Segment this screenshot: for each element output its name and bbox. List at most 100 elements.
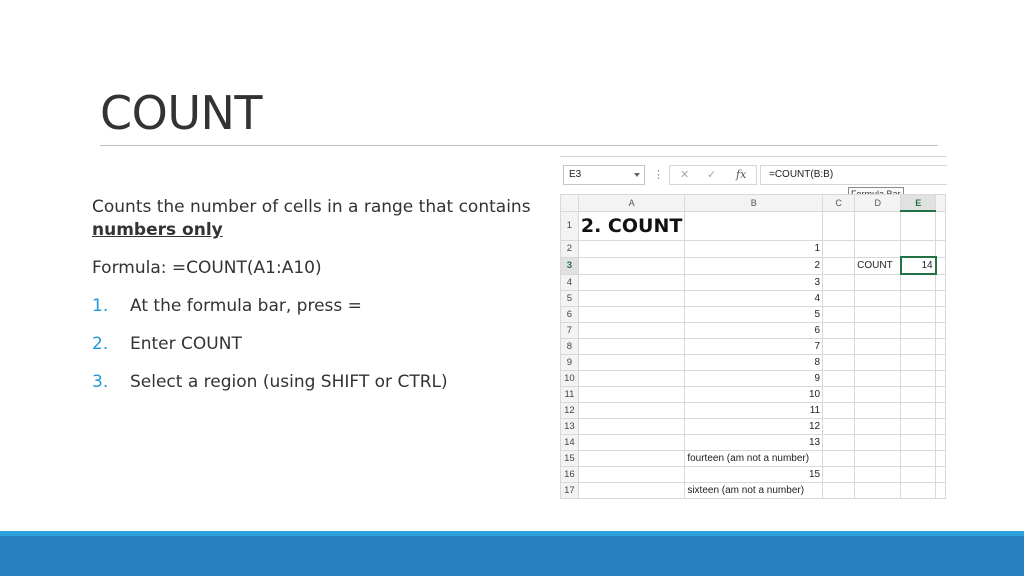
cell-b-4[interactable]: 3: [684, 273, 824, 291]
cell-e-1[interactable]: [900, 210, 937, 241]
cell-d-9[interactable]: [854, 354, 902, 371]
cell-a-12[interactable]: [577, 402, 686, 419]
cell-d-3[interactable]: COUNT: [854, 256, 902, 275]
column-header[interactable]: A: [577, 194, 686, 212]
cell-c-3[interactable]: [822, 256, 856, 275]
column-header-selected[interactable]: E: [900, 194, 937, 212]
cell-e-14[interactable]: [900, 434, 937, 451]
cell-d-7[interactable]: [854, 322, 902, 339]
cell-d-4[interactable]: [854, 273, 902, 291]
cell-b-9[interactable]: 8: [684, 354, 824, 371]
cell-b-7[interactable]: 6: [684, 322, 824, 339]
cell-c-10[interactable]: [822, 370, 856, 387]
cell-e-10[interactable]: [900, 370, 937, 387]
row-header[interactable]: 4: [560, 273, 579, 291]
row-header[interactable]: 9: [560, 354, 579, 371]
cell-c-1[interactable]: [822, 210, 856, 241]
cell-d-13[interactable]: [854, 418, 902, 435]
cell-b-8[interactable]: 7: [684, 338, 824, 355]
cell-b-16[interactable]: 15: [684, 466, 824, 483]
column-header[interactable]: [935, 194, 946, 212]
fx-icon[interactable]: fx: [736, 168, 746, 181]
formula-input[interactable]: =COUNT(B:B): [760, 165, 947, 185]
cell-b-1[interactable]: [684, 210, 824, 241]
cell-a-9[interactable]: [577, 354, 686, 371]
cell-a-14[interactable]: [577, 434, 686, 451]
cell-extra[interactable]: [935, 306, 946, 323]
cell-a-16[interactable]: [577, 466, 686, 483]
cell-e-12[interactable]: [900, 402, 937, 419]
cell-a-13[interactable]: [577, 418, 686, 435]
cell-c-14[interactable]: [822, 434, 856, 451]
cell-e-13[interactable]: [900, 418, 937, 435]
cell-c-9[interactable]: [822, 354, 856, 371]
cell-b-2[interactable]: 1: [684, 240, 824, 258]
cell-e-15[interactable]: [900, 450, 937, 467]
cell-c-13[interactable]: [822, 418, 856, 435]
cell-c-5[interactable]: [822, 290, 856, 307]
cell-e-16[interactable]: [900, 466, 937, 483]
cell-a-17[interactable]: [577, 482, 686, 499]
cell-d-12[interactable]: [854, 402, 902, 419]
cell-c-17[interactable]: [822, 482, 856, 499]
row-header[interactable]: 6: [560, 306, 579, 323]
cell-extra[interactable]: [935, 418, 946, 435]
row-header[interactable]: 13: [560, 418, 579, 435]
cell-c-8[interactable]: [822, 338, 856, 355]
row-header[interactable]: 15: [560, 450, 579, 467]
cell-b-13[interactable]: 12: [684, 418, 824, 435]
row-header[interactable]: 2: [560, 240, 579, 258]
cell-extra[interactable]: [935, 240, 946, 258]
cell-d-11[interactable]: [854, 386, 902, 403]
row-header[interactable]: 5: [560, 290, 579, 307]
cell-c-11[interactable]: [822, 386, 856, 403]
cell-extra[interactable]: [935, 273, 946, 291]
cell-c-4[interactable]: [822, 273, 856, 291]
cell-a-10[interactable]: [577, 370, 686, 387]
cell-d-6[interactable]: [854, 306, 902, 323]
column-header[interactable]: C: [822, 194, 856, 212]
cell-extra[interactable]: [935, 434, 946, 451]
cell-a-1[interactable]: 2. COUNT: [577, 210, 686, 241]
cell-extra[interactable]: [935, 386, 946, 403]
cell-c-7[interactable]: [822, 322, 856, 339]
cell-a-15[interactable]: [577, 450, 686, 467]
cell-extra[interactable]: [935, 354, 946, 371]
cell-b-11[interactable]: 10: [684, 386, 824, 403]
cell-d-15[interactable]: [854, 450, 902, 467]
row-header[interactable]: 3: [560, 256, 579, 275]
cell-extra[interactable]: [935, 402, 946, 419]
cell-b-5[interactable]: 4: [684, 290, 824, 307]
row-header[interactable]: 16: [560, 466, 579, 483]
column-header[interactable]: D: [854, 194, 902, 212]
cell-e-4[interactable]: [900, 273, 937, 291]
cancel-icon[interactable]: ✕: [680, 168, 689, 181]
row-header[interactable]: 12: [560, 402, 579, 419]
cell-e-17[interactable]: [900, 482, 937, 499]
cell-d-10[interactable]: [854, 370, 902, 387]
row-header[interactable]: 11: [560, 386, 579, 403]
chevron-down-icon[interactable]: [634, 173, 640, 177]
cell-b-3[interactable]: 2: [684, 256, 824, 275]
cell-a-8[interactable]: [577, 338, 686, 355]
cell-b-14[interactable]: 13: [684, 434, 824, 451]
row-header[interactable]: 1: [560, 210, 579, 241]
cell-e-3[interactable]: 14: [899, 256, 937, 275]
row-header[interactable]: 10: [560, 370, 579, 387]
row-header[interactable]: 8: [560, 338, 579, 355]
cell-c-15[interactable]: [822, 450, 856, 467]
cell-c-2[interactable]: [822, 240, 856, 258]
cell-e-7[interactable]: [900, 322, 937, 339]
cell-a-3[interactable]: [577, 256, 686, 275]
cell-b-10[interactable]: 9: [684, 370, 824, 387]
cell-c-12[interactable]: [822, 402, 856, 419]
cell-b-12[interactable]: 11: [684, 402, 824, 419]
select-all-corner[interactable]: [560, 194, 579, 212]
column-header[interactable]: B: [684, 194, 824, 212]
cell-d-16[interactable]: [854, 466, 902, 483]
cell-b-6[interactable]: 5: [684, 306, 824, 323]
cell-a-6[interactable]: [577, 306, 686, 323]
cell-e-9[interactable]: [900, 354, 937, 371]
cell-d-1[interactable]: [854, 210, 902, 241]
row-header[interactable]: 7: [560, 322, 579, 339]
